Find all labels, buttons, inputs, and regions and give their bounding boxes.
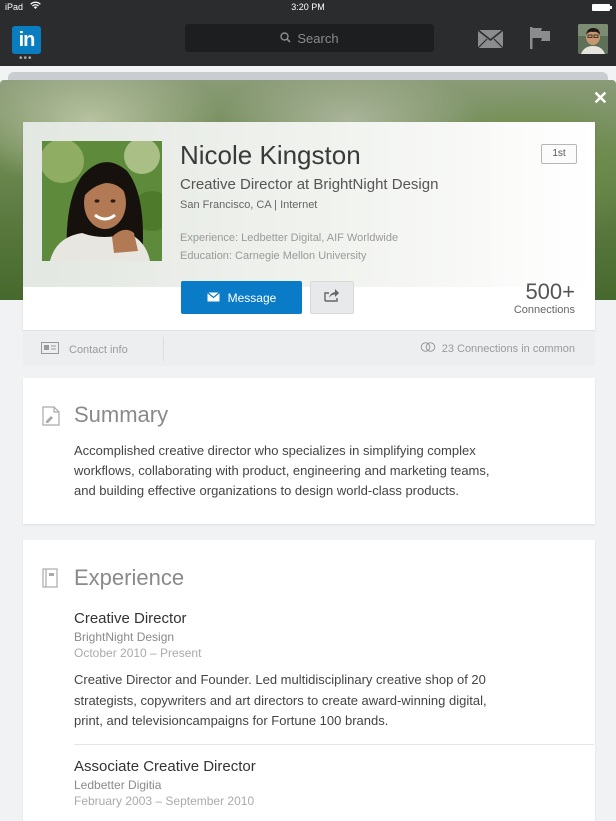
flag-icon[interactable] [529,26,551,55]
job-description-line: print, and televisioncampaigns for Fortu… [74,713,389,728]
contact-card-icon [41,342,59,357]
job-company: Ledbetter Digitia [74,778,162,792]
summary-title: Summary [74,402,169,427]
connections-in-common-label: 23 Connections in common [441,342,575,355]
profile-card: Nicole Kingston Creative Director at Bri… [23,122,595,330]
profile-experience-summary: Experience: Ledbetter Digital, AIF World… [180,232,399,244]
summary-line: workflows, collaborating with product, e… [74,463,490,478]
search-input[interactable]: Search [185,24,434,52]
summary-doc-icon [42,406,60,431]
experience-item[interactable]: Associate Creative Director Ledbetter Di… [74,758,256,808]
contact-info-button[interactable]: Contact info [41,342,128,357]
profile-headline: Creative Director at BrightNight Design [180,176,439,193]
experience-book-icon [42,568,58,593]
profile-name: Nicole Kingston [180,140,361,170]
experience-section: Experience Creative Director BrightNight… [23,540,595,821]
job-dates: October 2010 – Present [74,646,202,660]
share-button[interactable] [310,281,354,314]
top-nav-bar: in ••• Search [0,14,616,66]
profile-modal: ✕ Nicole Kingston Creative Director at B… [0,80,616,821]
logo-menu-dots: ••• [19,53,33,64]
job-description: Creative Director and Founder. Led multi… [74,670,544,732]
contact-strip: Contact info 23 Connections in common [23,330,595,366]
connections-icon [420,342,436,355]
experience-item[interactable]: Creative Director BrightNight Design Oct… [74,610,544,732]
profile-location: San Francisco, CA | Internet [180,199,318,211]
connections-label: Connections [513,304,575,316]
profile-education-summary: Education: Carnegie Mellon University [180,250,367,262]
connections-in-common-button[interactable]: 23 Connections in common [420,342,575,355]
status-bar: iPad 3:20 PM [0,0,616,14]
share-icon [324,288,340,307]
connections-count: 500+ [525,279,575,304]
clock: 3:20 PM [291,2,325,12]
job-dates: February 2003 – September 2010 [74,794,255,808]
mail-icon[interactable] [477,29,504,54]
contact-info-label: Contact info [69,343,128,356]
message-button[interactable]: Message [181,281,302,314]
connection-degree-badge: 1st [541,144,577,164]
message-button-label: Message [227,290,277,305]
linkedin-logo[interactable]: in [12,26,41,54]
search-icon [280,31,291,46]
summary-section: Summary Accomplished creative director w… [23,378,595,524]
job-description-line: Creative Director and Founder. Led multi… [74,672,486,687]
job-title: Creative Director [74,610,187,627]
experience-title: Experience [74,565,185,590]
job-company: BrightNight Design [74,630,175,644]
summary-line: and building effective organizations to … [74,483,459,498]
summary-text: Accomplished creative director who speci… [74,441,544,501]
summary-line: Accomplished creative director who speci… [74,443,476,458]
envelope-icon [206,291,220,305]
user-avatar[interactable] [578,24,608,54]
close-icon[interactable]: ✕ [593,89,608,107]
search-placeholder: Search [297,30,339,46]
job-description-line: strategists, copywriters and art directo… [74,692,487,708]
profile-photo [42,141,162,261]
job-title: Associate Creative Director [74,758,256,775]
job-divider [74,744,594,745]
battery-icon [592,4,612,11]
strip-divider [163,337,164,361]
